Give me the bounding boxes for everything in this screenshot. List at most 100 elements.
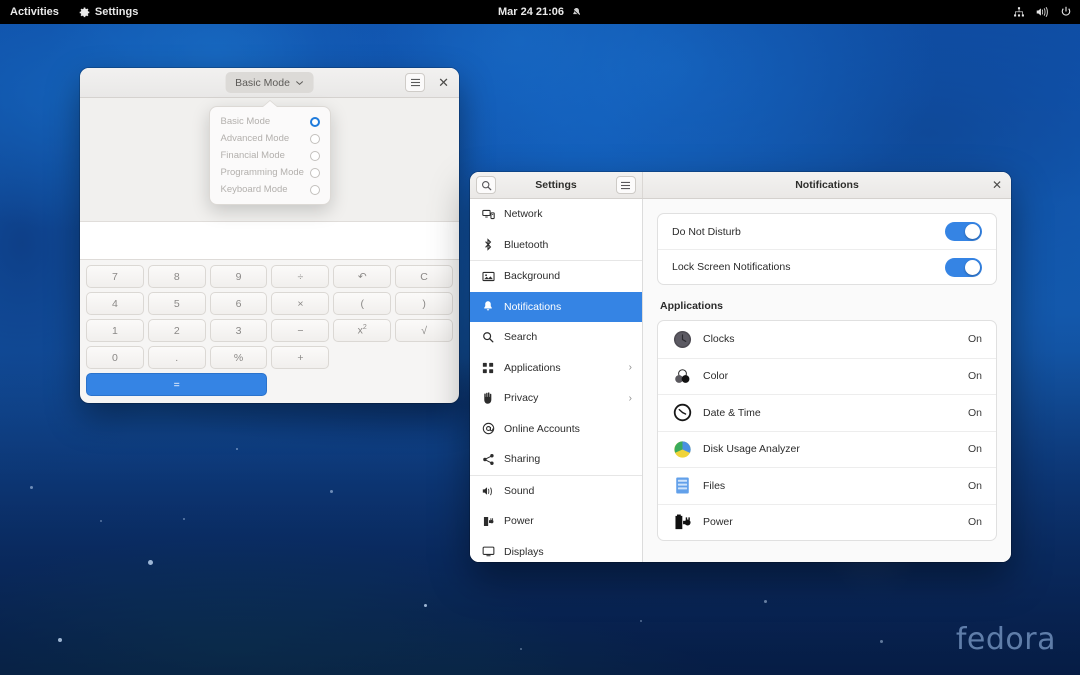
calculator-key-7[interactable]: 7 [86, 265, 144, 288]
notifications-disabled-icon[interactable] [571, 7, 582, 18]
network-wired-icon [1013, 6, 1025, 18]
application-row[interactable]: Files On [658, 467, 996, 504]
app-menu-button[interactable]: Settings [69, 0, 148, 24]
activities-button[interactable]: Activities [0, 0, 69, 24]
sidebar-item-background[interactable]: Background [470, 261, 642, 292]
calculator-mode-option[interactable]: Advanced Mode [210, 130, 330, 147]
sidebar-item-privacy[interactable]: Privacy › [470, 383, 642, 414]
search-icon[interactable] [476, 176, 496, 194]
calculator-mode-option[interactable]: Basic Mode [210, 113, 330, 130]
application-row[interactable]: Disk Usage Analyzer On [658, 430, 996, 468]
sidebar-item-online-accounts[interactable]: Online Accounts [470, 414, 642, 445]
wallpaper-spark [148, 560, 153, 565]
privacy-hand-icon [481, 392, 495, 405]
sidebar-item-displays[interactable]: Displays [470, 537, 642, 563]
calculator-mode-radio[interactable] [309, 184, 320, 195]
calculator-mode-option[interactable]: Financial Mode [210, 147, 330, 164]
gnome-top-bar: Activities Settings Mar 24 21:06 [0, 0, 1080, 24]
calculator-close-icon[interactable]: ✕ [435, 75, 452, 91]
calculator-key-6[interactable]: 6 [209, 292, 268, 315]
calculator-key-[interactable]: ÷ [271, 265, 330, 288]
calculator-mode-option[interactable]: Programming Mode [210, 164, 330, 181]
calculator-key-label: 2 [173, 324, 180, 337]
application-state: On [967, 406, 982, 419]
share-icon [481, 453, 495, 466]
chevron-down-icon [296, 80, 304, 86]
sidebar-item-label: Search [504, 331, 538, 344]
calculator-mode-radio[interactable] [309, 167, 320, 178]
sidebar-item-power[interactable]: Power [470, 506, 642, 537]
calculator-mode-label: Basic Mode [235, 76, 290, 89]
calculator-key-label: ) [422, 297, 426, 310]
settings-hamburger-menu-icon[interactable] [615, 176, 636, 194]
calculator-key-0[interactable]: 0 [86, 346, 144, 369]
calculator-mode-option[interactable]: Keyboard Mode [210, 181, 330, 198]
wallpaper-spark [330, 490, 333, 493]
calculator-key-1[interactable]: 1 [86, 319, 144, 342]
top-bar-center: Mar 24 21:06 [0, 0, 1080, 24]
switch-row-lock-screen-notifications[interactable]: Lock Screen Notifications [658, 249, 996, 284]
power-icon [1060, 6, 1072, 18]
bell-icon [481, 300, 495, 313]
calculator-key-[interactable]: = [86, 373, 268, 396]
calculator-titlebar: Basic Mode ✕ [80, 68, 459, 98]
app-menu-label: Settings [94, 6, 139, 18]
sidebar-item-applications[interactable]: Applications › [470, 353, 642, 384]
application-row[interactable]: Power On [658, 503, 996, 541]
calculator-entry-row[interactable] [80, 222, 459, 260]
calculator-key-[interactable]: + [271, 346, 330, 369]
calculator-key-C[interactable]: C [395, 265, 453, 288]
calculator-mode-radio[interactable] [309, 133, 320, 144]
sidebar-item-label: Displays [504, 545, 544, 558]
application-row[interactable]: Date & Time On [658, 394, 996, 431]
sidebar-item-label: Power [504, 515, 534, 528]
calculator-hamburger-menu-icon[interactable] [405, 73, 426, 92]
calculator-key-label: % [233, 351, 244, 364]
calculator-key-9[interactable]: 9 [209, 265, 268, 288]
sidebar-item-notifications[interactable]: Notifications [470, 291, 642, 322]
calculator-key-[interactable]: ( [333, 292, 392, 315]
calculator-key-[interactable]: × [271, 292, 330, 315]
sidebar-item-sound[interactable]: Sound [470, 476, 642, 507]
application-name: Power [703, 516, 733, 529]
calculator-key-3[interactable]: 3 [209, 319, 268, 342]
network-icon [481, 208, 495, 221]
top-bar-status-area[interactable] [1013, 0, 1072, 24]
sidebar-item-label: Online Accounts [504, 422, 580, 435]
chevron-right-icon: › [628, 362, 632, 374]
sidebar-item-network[interactable]: Network [470, 199, 642, 230]
calculator-mode-radio[interactable] [309, 116, 320, 127]
application-row[interactable]: Clocks On [658, 321, 996, 358]
calculator-key-label: ( [360, 297, 364, 310]
toggle-switch[interactable] [945, 222, 982, 241]
settings-window: Settings Notifications ✕ Network Bluetoot… [470, 172, 1011, 562]
calculator-key-4[interactable]: 4 [86, 292, 144, 315]
calculator-key-[interactable]: . [147, 346, 206, 369]
sidebar-item-bluetooth[interactable]: Bluetooth [470, 230, 642, 261]
sidebar-item-sharing[interactable]: Sharing [470, 444, 642, 475]
calculator-key-[interactable]: √ [395, 319, 453, 342]
calculator-mode-button[interactable]: Basic Mode [225, 72, 314, 93]
toggle-switch[interactable] [945, 257, 982, 277]
calculator-key-x[interactable]: x2 [333, 319, 392, 342]
calculator-key-label: − [297, 324, 304, 337]
settings-body: Network Bluetooth Background Notifications S… [470, 199, 1011, 562]
sidebar-item-label: Notifications [504, 300, 562, 313]
settings-sidebar[interactable]: Network Bluetooth Background Notifications S… [470, 199, 643, 562]
clock-button[interactable]: Mar 24 21:06 [498, 0, 564, 24]
clocks-app-icon [672, 329, 692, 349]
application-row[interactable]: Color On [658, 357, 996, 395]
calculator-key-2[interactable]: 2 [147, 319, 206, 342]
sidebar-item-search[interactable]: Search [470, 322, 642, 353]
calculator-mode-radio[interactable] [309, 150, 320, 161]
calculator-key-label: 3 [235, 324, 242, 337]
toggle-knob [965, 224, 980, 239]
calculator-key-5[interactable]: 5 [147, 292, 206, 315]
settings-close-icon[interactable]: ✕ [992, 178, 1002, 192]
calculator-key-[interactable]: − [271, 319, 330, 342]
calculator-key-[interactable]: ) [395, 292, 453, 315]
calculator-key-[interactable]: ↶ [333, 265, 392, 288]
calculator-key-[interactable]: % [209, 346, 268, 369]
calculator-key-8[interactable]: 8 [147, 265, 206, 288]
switch-row-do-not-disturb[interactable]: Do Not Disturb [658, 214, 996, 249]
